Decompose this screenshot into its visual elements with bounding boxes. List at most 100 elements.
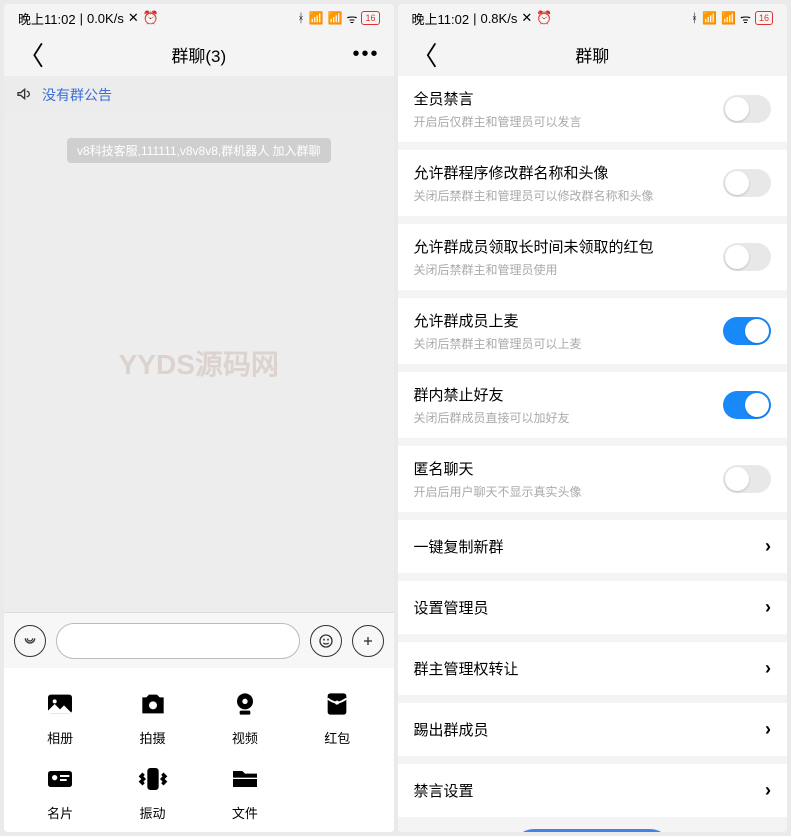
nav-bar: 〈 群聊 (398, 32, 788, 76)
notice-text: 没有群公告 (42, 85, 112, 105)
toggle-switch[interactable] (723, 465, 771, 493)
status-net: 0.8K/s (480, 11, 517, 26)
settings-body: 全员禁言 开启后仅群主和管理员可以发言 允许群程序修改群名称和头像 关闭后禁群主… (398, 76, 788, 832)
vibrate-icon (135, 761, 171, 797)
nav-kick-member[interactable]: 踢出群成员 › (398, 703, 788, 756)
bluetooth-icon: ᚼ (691, 11, 698, 25)
chevron-right-icon: › (765, 658, 771, 679)
attach-redpacket[interactable]: 红包 (291, 686, 383, 747)
toggle-switch[interactable] (723, 169, 771, 197)
camera-icon (135, 686, 171, 722)
setting-title: 允许群成员领取长时间未领取的红包 (414, 236, 654, 257)
setting-forbid-friend: 群内禁止好友 关闭后群成员直接可以加好友 (398, 372, 788, 438)
watermark: YYDS源码网 (119, 343, 279, 383)
redpacket-icon (319, 686, 355, 722)
attach-label: 红包 (324, 728, 350, 747)
mute-icon: ✕ (521, 10, 532, 26)
nav-mute-settings[interactable]: 禁言设置 › (398, 764, 788, 817)
wifi-icon: ᯤ (740, 10, 751, 27)
setting-title: 允许群成员上麦 (414, 310, 582, 331)
nav-set-admin[interactable]: 设置管理员 › (398, 581, 788, 634)
primary-button[interactable] (512, 829, 672, 832)
status-bar: 晚上11:02 | 0.8K/s ✕ ⏰ ᚼ 📶 📶 ᯤ 16 (398, 4, 788, 32)
setting-sub: 关闭后禁群主和管理员使用 (414, 261, 654, 278)
signal-icon: 📶 (309, 11, 324, 25)
status-bar: 晚上11:02 | 0.0K/s ✕ ⏰ ᚼ 📶 📶 ᯤ 16 (4, 4, 394, 32)
setting-sub: 关闭后禁群主和管理员可以上麦 (414, 335, 582, 352)
emoji-button[interactable] (310, 625, 342, 657)
setting-allow-claim-redpacket: 允许群成员领取长时间未领取的红包 关闭后禁群主和管理员使用 (398, 224, 788, 290)
megaphone-icon (16, 86, 32, 105)
nav-label: 禁言设置 (414, 780, 474, 801)
attach-label: 拍摄 (140, 728, 166, 747)
setting-allow-mic: 允许群成员上麦 关闭后禁群主和管理员可以上麦 (398, 298, 788, 364)
battery-icon: 16 (755, 11, 773, 25)
toggle-switch[interactable] (723, 391, 771, 419)
back-button[interactable]: 〈 (412, 36, 438, 73)
attach-label: 视频 (232, 728, 258, 747)
signal-icon: 📶 (328, 11, 343, 25)
attach-panel: 相册 拍摄 视频 红包 名片 (4, 668, 394, 832)
video-icon (227, 686, 263, 722)
attach-card[interactable]: 名片 (14, 761, 106, 822)
status-time: 晚上11:02 (412, 9, 470, 28)
more-button[interactable]: ••• (352, 43, 379, 66)
setting-allow-edit-name: 允许群程序修改群名称和头像 关闭后禁群主和管理员可以修改群名称和头像 (398, 150, 788, 216)
file-icon (227, 761, 263, 797)
input-bar (4, 612, 394, 668)
setting-sub: 开启后用户聊天不显示真实头像 (414, 483, 582, 500)
nav-label: 踢出群成员 (414, 719, 489, 740)
back-button[interactable]: 〈 (18, 36, 44, 73)
attach-video[interactable]: 视频 (199, 686, 291, 747)
chat-screen: 晚上11:02 | 0.0K/s ✕ ⏰ ᚼ 📶 📶 ᯤ 16 〈 群聊(3) … (4, 4, 394, 832)
attach-label: 名片 (47, 803, 73, 822)
alarm-icon: ⏰ (536, 10, 552, 26)
album-icon (42, 686, 78, 722)
setting-title: 全员禁言 (414, 88, 582, 109)
toggle-switch[interactable] (723, 317, 771, 345)
plus-button[interactable] (352, 625, 384, 657)
nav-transfer-owner[interactable]: 群主管理权转让 › (398, 642, 788, 695)
chevron-right-icon: › (765, 780, 771, 801)
chevron-right-icon: › (765, 597, 771, 618)
toggle-switch[interactable] (723, 95, 771, 123)
notice-bar[interactable]: 没有群公告 (4, 76, 394, 114)
mute-icon: ✕ (128, 10, 139, 26)
system-message: v8科技客服,111111,v8v8v8,群机器人 加入群聊 (67, 138, 331, 163)
toggle-switch[interactable] (723, 243, 771, 271)
attach-album[interactable]: 相册 (14, 686, 106, 747)
page-title: 群聊(3) (171, 42, 226, 67)
alarm-icon: ⏰ (143, 10, 159, 26)
attach-label: 振动 (140, 803, 166, 822)
setting-title: 匿名聊天 (414, 458, 582, 479)
setting-sub: 关闭后禁群主和管理员可以修改群名称和头像 (414, 187, 654, 204)
setting-sub: 开启后仅群主和管理员可以发言 (414, 113, 582, 130)
chevron-right-icon: › (765, 719, 771, 740)
setting-title: 群内禁止好友 (414, 384, 570, 405)
setting-sub: 关闭后群成员直接可以加好友 (414, 409, 570, 426)
setting-title: 允许群程序修改群名称和头像 (414, 162, 654, 183)
nav-bar: 〈 群聊(3) ••• (4, 32, 394, 76)
chevron-right-icon: › (765, 536, 771, 557)
nav-label: 一键复制新群 (414, 536, 504, 557)
settings-screen: 晚上11:02 | 0.8K/s ✕ ⏰ ᚼ 📶 📶 ᯤ 16 〈 群聊 全员禁… (398, 4, 788, 832)
attach-vibrate[interactable]: 振动 (106, 761, 198, 822)
attach-camera[interactable]: 拍摄 (106, 686, 198, 747)
attach-file[interactable]: 文件 (199, 761, 291, 822)
battery-icon: 16 (361, 11, 379, 25)
card-icon (42, 761, 78, 797)
nav-copy-group[interactable]: 一键复制新群 › (398, 520, 788, 573)
signal-icon: 📶 (721, 11, 736, 25)
setting-mute-all: 全员禁言 开启后仅群主和管理员可以发言 (398, 76, 788, 142)
message-input[interactable] (56, 623, 300, 659)
attach-label: 相册 (47, 728, 73, 747)
wifi-icon: ᯤ (347, 10, 358, 27)
voice-button[interactable] (14, 625, 46, 657)
signal-icon: 📶 (702, 11, 717, 25)
attach-label: 文件 (232, 803, 258, 822)
status-net: 0.0K/s (87, 11, 124, 26)
setting-anonymous-chat: 匿名聊天 开启后用户聊天不显示真实头像 (398, 446, 788, 512)
nav-label: 设置管理员 (414, 597, 489, 618)
page-title: 群聊 (575, 42, 609, 67)
chat-body: v8科技客服,111111,v8v8v8,群机器人 加入群聊 YYDS源码网 (4, 114, 394, 612)
